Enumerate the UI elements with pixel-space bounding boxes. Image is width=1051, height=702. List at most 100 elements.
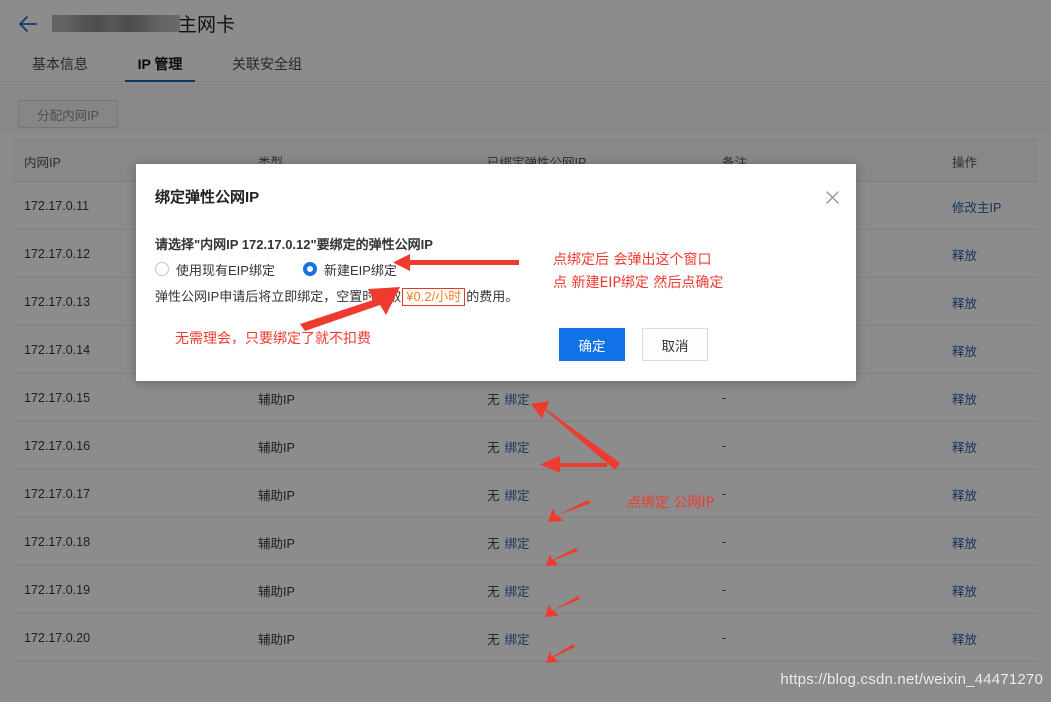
cell-remark: - bbox=[722, 535, 727, 549]
column-header-operation: 操作 bbox=[952, 155, 978, 170]
cell-operation: 修改主IP bbox=[952, 182, 1001, 230]
cell-type: 辅助IP bbox=[258, 440, 295, 455]
bound-eip-none-text: 无 bbox=[487, 440, 500, 455]
cell-private-ip: 172.17.0.17 bbox=[24, 487, 91, 501]
bind-eip-link[interactable]: 绑定 bbox=[505, 389, 530, 408]
cell-private-ip: 172.17.0.18 bbox=[24, 535, 91, 549]
operation-link[interactable]: 释放 bbox=[952, 293, 977, 312]
toolbar: 分配内网IP bbox=[0, 83, 1051, 133]
cell-bound-eip: 无绑定 bbox=[487, 470, 530, 518]
dialog-prompt: 请选择"内网IP 172.17.0.12"要绑定的弹性公网IP bbox=[155, 237, 433, 252]
bind-eip-link[interactable]: 绑定 bbox=[505, 485, 530, 504]
table-row: 172.17.0.18 辅助IP 无绑定 - 释放 bbox=[13, 518, 1038, 566]
radio-label: 新建EIP绑定 bbox=[323, 262, 397, 278]
cell-private-ip: 172.17.0.15 bbox=[24, 391, 91, 405]
cell-bound-eip: 无绑定 bbox=[487, 374, 530, 422]
tab-label: IP 管理 bbox=[137, 56, 183, 72]
cell-operation: 释放 bbox=[952, 230, 977, 278]
bind-eip-link[interactable]: 绑定 bbox=[505, 533, 530, 552]
table-row: 172.17.0.16 辅助IP 无绑定 - 释放 bbox=[13, 422, 1038, 470]
bind-eip-link[interactable]: 绑定 bbox=[505, 629, 530, 648]
cell-operation: 释放 bbox=[952, 374, 977, 422]
bound-eip-none-text: 无 bbox=[487, 584, 500, 599]
operation-link[interactable]: 释放 bbox=[952, 341, 977, 360]
dialog-billing-note: 弹性公网IP申请后将立即绑定，空置时收取 ¥0.2/小时 的费用。 bbox=[155, 286, 518, 306]
close-icon[interactable] bbox=[824, 189, 840, 205]
billing-price-highlight: ¥0.2/小时 bbox=[402, 288, 466, 306]
operation-link[interactable]: 释放 bbox=[952, 485, 977, 504]
radio-use-existing-eip[interactable]: 使用现有EIP绑定 bbox=[155, 260, 275, 279]
cancel-button-label: 取消 bbox=[661, 338, 689, 354]
cell-bound-eip: 无绑定 bbox=[487, 422, 530, 470]
cell-private-ip: 172.17.0.11 bbox=[24, 199, 90, 213]
cell-remark: - bbox=[722, 583, 727, 597]
tab-ip-management[interactable]: IP 管理 bbox=[125, 46, 195, 82]
allocate-private-ip-button[interactable]: 分配内网IP bbox=[18, 100, 118, 128]
radio-circle-icon bbox=[302, 262, 317, 276]
cell-operation: 释放 bbox=[952, 278, 977, 326]
cell-remark: - bbox=[722, 631, 727, 645]
page-root: 主网卡 基本信息 IP 管理 关联安全组 分配内网IP 内网IP 类型 已绑定弹… bbox=[0, 0, 1051, 702]
bind-eip-link[interactable]: 绑定 bbox=[505, 581, 530, 600]
operation-link[interactable]: 释放 bbox=[952, 533, 977, 552]
table-row: 172.17.0.15 辅助IP 无绑定 - 释放 bbox=[13, 374, 1038, 422]
cell-remark: - bbox=[722, 487, 727, 501]
tab-bar: 基本信息 IP 管理 关联安全组 bbox=[0, 46, 1051, 82]
tab-basic-info[interactable]: 基本信息 bbox=[20, 46, 100, 82]
tab-label: 基本信息 bbox=[32, 56, 88, 72]
page-title: 主网卡 bbox=[52, 8, 235, 38]
bound-eip-none-text: 无 bbox=[487, 392, 500, 407]
cell-private-ip: 172.17.0.20 bbox=[24, 631, 91, 645]
bound-eip-none-text: 无 bbox=[487, 536, 500, 551]
cancel-button[interactable]: 取消 bbox=[642, 328, 708, 361]
tab-security-group[interactable]: 关联安全组 bbox=[221, 46, 313, 82]
cell-type: 辅助IP bbox=[258, 536, 295, 551]
table-row: 172.17.0.17 辅助IP 无绑定 - 释放 bbox=[13, 470, 1038, 518]
table-row: 172.17.0.19 辅助IP 无绑定 - 释放 bbox=[13, 566, 1038, 614]
table-row: 172.17.0.20 辅助IP 无绑定 - 释放 bbox=[13, 614, 1038, 662]
confirm-button[interactable]: 确定 bbox=[559, 328, 625, 361]
cell-type: 辅助IP bbox=[258, 632, 295, 647]
cell-private-ip: 172.17.0.13 bbox=[24, 295, 91, 309]
back-arrow-icon[interactable] bbox=[16, 12, 40, 36]
bound-eip-none-text: 无 bbox=[487, 488, 500, 503]
watermark: https://blog.csdn.net/weixin_44471270 bbox=[780, 671, 1043, 688]
cell-private-ip: 172.17.0.14 bbox=[24, 343, 91, 357]
cell-operation: 释放 bbox=[952, 566, 977, 614]
cell-type: 辅助IP bbox=[258, 392, 295, 407]
cell-private-ip: 172.17.0.19 bbox=[24, 583, 91, 597]
cell-operation: 释放 bbox=[952, 518, 977, 566]
operation-link[interactable]: 释放 bbox=[952, 581, 977, 600]
eip-mode-radio-group: 使用现有EIP绑定 新建EIP绑定 bbox=[155, 258, 425, 280]
dialog-actions: 确定 取消 bbox=[559, 328, 708, 361]
allocate-private-ip-label: 分配内网IP bbox=[37, 108, 99, 123]
radio-circle-icon bbox=[155, 262, 169, 276]
operation-link[interactable]: 释放 bbox=[952, 437, 977, 456]
tab-label: 关联安全组 bbox=[232, 56, 302, 72]
confirm-button-label: 确定 bbox=[578, 338, 606, 354]
bind-eip-link[interactable]: 绑定 bbox=[505, 437, 530, 456]
billing-note-prefix: 弹性公网IP申请后将立即绑定，空置时收取 bbox=[155, 289, 402, 304]
cell-operation: 释放 bbox=[952, 470, 977, 518]
page-header: 主网卡 bbox=[0, 0, 1051, 46]
cell-type: 辅助IP bbox=[258, 488, 295, 503]
cell-operation: 释放 bbox=[952, 326, 977, 374]
radio-create-new-eip[interactable]: 新建EIP绑定 bbox=[302, 260, 397, 279]
operation-link[interactable]: 释放 bbox=[952, 389, 977, 408]
cell-operation: 释放 bbox=[952, 614, 977, 662]
cell-bound-eip: 无绑定 bbox=[487, 614, 530, 662]
radio-label: 使用现有EIP绑定 bbox=[176, 262, 275, 278]
redacted-resource-name bbox=[52, 14, 180, 32]
operation-link[interactable]: 释放 bbox=[952, 245, 977, 264]
cell-type: 辅助IP bbox=[258, 584, 295, 599]
bound-eip-none-text: 无 bbox=[487, 632, 500, 647]
cell-remark: - bbox=[722, 439, 727, 453]
dialog-title: 绑定弹性公网IP bbox=[155, 189, 260, 206]
operation-link[interactable]: 修改主IP bbox=[952, 197, 1001, 216]
operation-link[interactable]: 释放 bbox=[952, 629, 977, 648]
column-header-private-ip: 内网IP bbox=[24, 155, 61, 170]
page-title-text: 主网卡 bbox=[178, 14, 236, 36]
cell-remark: - bbox=[722, 391, 727, 405]
cell-bound-eip: 无绑定 bbox=[487, 566, 530, 614]
billing-note-suffix: 的费用。 bbox=[466, 289, 519, 304]
